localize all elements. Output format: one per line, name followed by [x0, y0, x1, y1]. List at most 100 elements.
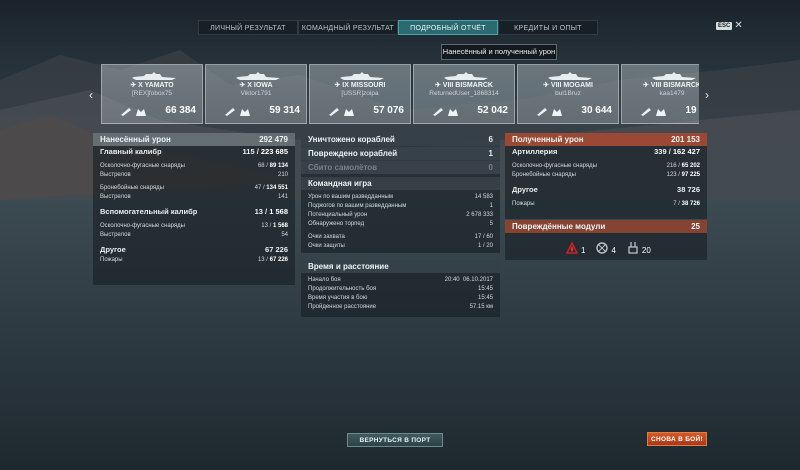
ship-card[interactable]: ✈ X YAMATO [REX]fobox75 66 384 — [101, 64, 203, 124]
other-row: Другое 67 226 — [93, 244, 295, 256]
damage-dealt-panel: Нанесённый урон 292 479 Главный калибр 1… — [93, 133, 295, 285]
row-label: Другое — [100, 245, 126, 254]
tooltip: Нанесённый и полученный урон — [441, 44, 557, 60]
shell-icon — [121, 108, 131, 116]
row-value: 13 / — [257, 257, 270, 263]
time-distance-panel: Время и расстояние Начало боя 20:40 06.1… — [301, 260, 500, 317]
row-total: 67 226 — [269, 257, 288, 263]
damage-value: 66 384 — [165, 105, 196, 116]
ribbon-icon — [552, 109, 562, 116]
tab-credits-xp[interactable]: КРЕДИТЫ И ОПЫТ — [498, 20, 598, 35]
main-battery-row: Главный калибр 115 / 223 685 — [93, 146, 295, 158]
battle-again-button[interactable]: СНОВА В БОЙ! — [647, 432, 707, 446]
module-engine: 4 — [595, 241, 616, 255]
battle-start-row: Начало боя 20:40 06.10.2017 — [301, 276, 500, 285]
row-label: Время участия в бою — [308, 295, 368, 301]
section-total: 25 — [691, 222, 700, 231]
row-value: 68 / — [257, 163, 270, 169]
ship-name: ✈ X YAMATO — [130, 82, 174, 89]
result-tabs: ЛИЧНЫЙ РЕЗУЛЬТАТ КОМАНДНЫЙ РЕЗУЛЬТАТ ПОД… — [198, 20, 598, 35]
player-name: kaa1479 — [659, 90, 685, 97]
fires-row: Пожары 13 / 67 226 — [93, 256, 295, 265]
row-value: 141 — [277, 194, 288, 200]
row-total: 97 225 — [681, 172, 700, 178]
return-to-port-button[interactable]: ВЕРНУТЬСЯ В ПОРТ — [347, 433, 443, 447]
he-shells-row: Осколочно-фугасные снаряды 13 / 1 568 — [93, 222, 295, 231]
shell-icon — [537, 108, 547, 116]
row-label: Выстрелов — [100, 172, 131, 178]
ship-card[interactable]: ✈ IX MISSOURI [USSR]zoipa 57 076 — [309, 64, 411, 124]
ship-carousel: ✈ X YAMATO [REX]fobox75 66 384 ✈ X IOWA … — [101, 64, 699, 124]
shell-icon — [329, 108, 339, 116]
damage-value: 57 076 — [373, 105, 404, 116]
module-turret: 20 — [626, 241, 651, 255]
row-label: Сбито самолётов — [308, 163, 378, 172]
engine-icon — [596, 242, 609, 254]
damaged-modules-header: Повреждённые модули 25 — [505, 220, 707, 233]
other-row: Другое 38 726 — [505, 184, 707, 196]
ship-name: ✈ IX MISSOURI — [334, 82, 386, 89]
row-value: 1 / 20 — [477, 243, 493, 249]
row-value: 1 — [489, 203, 493, 209]
ship-name: ✈ VIII BISMARCK — [435, 82, 493, 89]
row-value: 6 — [488, 135, 493, 144]
time-distance-header: Время и расстояние — [301, 260, 500, 273]
player-name: [USSR]zoipa — [341, 90, 379, 97]
shell-icon — [225, 108, 235, 116]
esc-key-label: ESC — [716, 22, 733, 30]
battle-start-date: 06.10.2017 — [462, 277, 493, 283]
row-value: 123 / — [666, 172, 682, 178]
ship-card[interactable]: ✈ X IOWA Viktor1791 59 314 — [205, 64, 307, 124]
ribbon-icon — [448, 109, 458, 116]
artillery-row: Артиллерия 339 / 162 427 — [505, 146, 707, 158]
chevron-left-icon[interactable]: ‹ — [89, 88, 93, 102]
row-value: 67 226 — [265, 245, 288, 254]
damage-received-panel: Полученный урон 201 153 Артиллерия 339 /… — [505, 133, 707, 219]
ship-silhouette-icon — [340, 72, 384, 80]
row-value: 216 / — [666, 163, 682, 169]
scouting-fires-row: Поджогов по вашим разведданным 1 — [301, 202, 500, 211]
participation-time-row: Время участия в бою 15:45 — [301, 294, 500, 303]
distance-row: Пройденное расстояние 57.15 км — [301, 303, 500, 312]
shots-row: Выстрелов 54 — [93, 231, 295, 240]
planes-shot-down-row: Сбито самолётов 0 — [301, 161, 500, 174]
damage-value: 52 042 — [477, 105, 508, 116]
row-total: 38 726 — [681, 201, 700, 207]
row-value: 38 726 — [677, 185, 700, 194]
close-icon[interactable]: ✕ — [734, 21, 742, 31]
row-label: Главный калибр — [100, 147, 162, 156]
ship-card[interactable]: ✈ VIII BISMARCK kaa1479 19 145 — [621, 64, 699, 124]
ship-card[interactable]: ✈ VIII MOGAMI bul1Bruz 30 644 — [517, 64, 619, 124]
chevron-right-icon[interactable]: › — [705, 88, 709, 102]
row-value: 47 / — [254, 185, 267, 191]
module-count: 1 — [581, 246, 586, 255]
row-value: 7 / — [673, 201, 682, 207]
team-play-panel: Командная игра Урон по вашим разведданны… — [301, 177, 500, 253]
module-icons: 1 4 20 — [565, 241, 651, 255]
row-label: Пожары — [100, 257, 123, 263]
row-value: 15:45 — [477, 295, 493, 301]
team-play-header: Командная игра — [301, 177, 500, 190]
row-label: Повреждено кораблей — [308, 149, 398, 158]
section-title: Нанесённый урон — [100, 135, 171, 144]
tab-personal-result[interactable]: ЛИЧНЫЙ РЕЗУЛЬТАТ — [198, 20, 298, 35]
row-label: Пройденное расстояние — [308, 304, 377, 310]
row-value: 210 — [277, 172, 288, 178]
ship-silhouette-icon — [548, 72, 592, 80]
section-total: 201 153 — [671, 135, 700, 144]
damage-value: 59 314 — [269, 105, 300, 116]
row-label: Обнаружено торпед — [308, 221, 365, 227]
ship-card[interactable]: ✈ VIII BISMARCK ReturnedUser_1868314 52 … — [413, 64, 515, 124]
module-count: 20 — [641, 246, 651, 255]
esc-close[interactable]: ESC ✕ — [716, 21, 743, 31]
tab-team-result[interactable]: КОМАНДНЫЙ РЕЗУЛЬТАТ — [298, 20, 398, 35]
ships-damaged-row: Повреждено кораблей 1 — [301, 147, 500, 160]
row-label: Пожары — [512, 201, 535, 207]
row-value: 2 678 333 — [466, 212, 493, 218]
tab-detailed-report[interactable]: ПОДРОБНЫЙ ОТЧЁТ — [398, 20, 498, 35]
fires-row: Пожары 7 / 38 726 — [505, 200, 707, 209]
row-total: 1 568 — [269, 207, 288, 216]
row-value: 17 / 60 — [474, 234, 493, 240]
shell-icon — [433, 108, 443, 116]
module-fire: 1 — [565, 241, 585, 255]
